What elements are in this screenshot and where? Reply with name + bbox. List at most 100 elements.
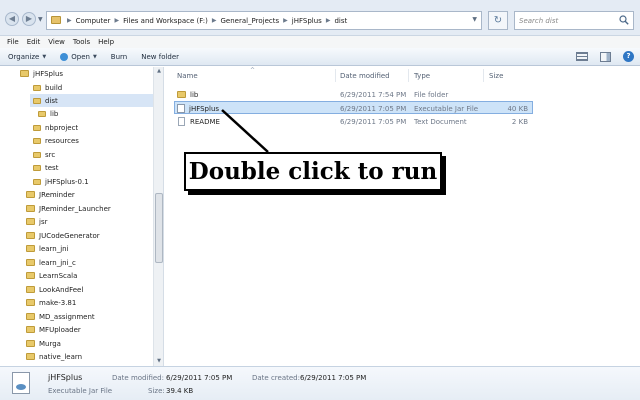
- folder-icon: [26, 272, 35, 279]
- tree-item-label: make-3.81: [39, 298, 77, 307]
- tree-item-learnscala[interactable]: LearnScala: [26, 269, 150, 282]
- tree-item-jucodegenerator[interactable]: JUCodeGenerator: [26, 229, 150, 242]
- tree-item-test[interactable]: test: [33, 161, 150, 174]
- tree-item-build[interactable]: build: [33, 81, 150, 94]
- burn-button[interactable]: Burn: [111, 53, 127, 61]
- tree-item-dist[interactable]: dist: [30, 94, 153, 107]
- menu-tools[interactable]: Tools: [69, 38, 94, 46]
- chevron-right-icon[interactable]: ▶: [324, 17, 333, 24]
- tree-item-nbproject[interactable]: nbproject: [33, 121, 150, 134]
- tree-item-lib[interactable]: lib: [38, 107, 150, 120]
- nav-scrollbar[interactable]: ▲ ▼: [153, 67, 163, 366]
- details-modified-value: 6/29/2011 7:05 PM: [166, 374, 233, 382]
- file-row-jhfsplus[interactable]: jHFSplus 6/29/2011 7:05 PM Executable Ja…: [174, 101, 533, 114]
- chevron-right-icon[interactable]: ▶: [112, 17, 121, 24]
- breadcrumb-computer[interactable]: Computer: [74, 17, 113, 25]
- column-divider[interactable]: [483, 69, 484, 82]
- tree-item-label: MFUploader: [39, 325, 81, 334]
- jar-file-icon: [12, 372, 30, 394]
- breadcrumb: ▶ Computer ▶ Files and Workspace (F:) ▶ …: [65, 12, 349, 29]
- refresh-button[interactable]: ↻: [488, 11, 508, 30]
- menu-edit[interactable]: Edit: [23, 38, 45, 46]
- path-dropdown-icon[interactable]: ▼: [472, 16, 477, 23]
- breadcrumb-drive[interactable]: Files and Workspace (F:): [121, 17, 210, 25]
- tree-item-jhfsplus[interactable]: jHFSplus: [20, 67, 150, 80]
- tree-item-label: MD_assignment: [39, 312, 95, 321]
- menu-help[interactable]: Help: [94, 38, 118, 46]
- tree-item-lookandfeel[interactable]: LookAndFeel: [26, 283, 150, 296]
- open-button[interactable]: Open ▼: [60, 52, 97, 61]
- tree-item-jreminder[interactable]: JReminder: [26, 188, 150, 201]
- file-row-readme[interactable]: README 6/29/2011 7:05 PM Text Document 2…: [174, 115, 533, 128]
- address-bar: ◀ ▶ ▼ ▶ Computer ▶ Files and Workspace (…: [0, 0, 640, 36]
- new-folder-button[interactable]: New folder: [141, 53, 179, 61]
- file-size: 2 KB: [511, 117, 528, 126]
- help-icon[interactable]: ?: [623, 51, 634, 62]
- tree-item-md-assignment[interactable]: MD_assignment: [26, 310, 150, 323]
- chevron-right-icon[interactable]: ▶: [210, 17, 219, 24]
- scrollbar-thumb[interactable]: [155, 193, 163, 263]
- column-divider[interactable]: [335, 69, 336, 82]
- scroll-up-icon[interactable]: ▲: [154, 67, 163, 76]
- tree-item-label: jHFSplus-0.1: [45, 177, 89, 186]
- tree-item-label: dist: [45, 96, 58, 105]
- column-header-name[interactable]: Name: [177, 69, 337, 83]
- tree-item-jhfsplus-0-1[interactable]: jHFSplus-0.1: [33, 175, 150, 188]
- breadcrumb-jhfsplus[interactable]: jHFSplus: [290, 17, 324, 25]
- tree-item-native-learn[interactable]: native_learn: [26, 350, 150, 363]
- forward-button[interactable]: ▶: [22, 12, 36, 26]
- open-label: Open: [71, 52, 90, 61]
- recent-pages-dropdown-icon[interactable]: ▼: [38, 16, 43, 23]
- folder-icon: [26, 326, 35, 333]
- column-divider[interactable]: [408, 69, 409, 82]
- tree-item-jsr[interactable]: jsr: [26, 215, 150, 228]
- folder-icon: [33, 84, 41, 91]
- preview-pane-icon[interactable]: [600, 51, 611, 62]
- tree-item-label: jHFSplus: [33, 69, 64, 78]
- file-row-lib[interactable]: lib 6/29/2011 7:54 PM File folder: [174, 88, 533, 101]
- tree-item-learn-jni[interactable]: learn_jni: [26, 242, 150, 255]
- tree-item-label: LookAndFeel: [39, 285, 84, 294]
- search-input[interactable]: [519, 14, 615, 28]
- change-view-icon[interactable]: [576, 52, 588, 61]
- folder-icon: [177, 91, 186, 98]
- menu-file[interactable]: File: [3, 38, 23, 46]
- folder-icon: [33, 151, 41, 158]
- details-pane: jHFSplus Executable Jar File Date modifi…: [0, 366, 640, 400]
- open-icon: [60, 52, 69, 61]
- breadcrumb-dist[interactable]: dist: [332, 17, 349, 25]
- column-header-type[interactable]: Type: [414, 69, 484, 83]
- file-date: 6/29/2011 7:05 PM: [340, 104, 407, 113]
- path-box[interactable]: ▶ Computer ▶ Files and Workspace (F:) ▶ …: [46, 11, 482, 30]
- menu-view[interactable]: View: [44, 38, 69, 46]
- back-button[interactable]: ◀: [5, 12, 19, 26]
- file-name-cell: README: [178, 115, 220, 128]
- file-date: 6/29/2011 7:05 PM: [340, 117, 407, 126]
- tree-item-src[interactable]: src: [33, 148, 150, 161]
- folder-icon: [26, 245, 35, 252]
- tree-item-label: test: [45, 163, 59, 172]
- annotation-callout: Double click to run: [184, 152, 442, 191]
- folder-icon: [33, 124, 41, 131]
- chevron-right-icon[interactable]: ▶: [281, 17, 290, 24]
- organize-button[interactable]: Organize ▼: [8, 53, 46, 61]
- tree-item-murga[interactable]: Murga: [26, 337, 150, 350]
- search-icon[interactable]: [619, 15, 629, 25]
- jar-file-icon: [177, 104, 185, 113]
- tree-item-make-3-81[interactable]: make-3.81: [26, 296, 150, 309]
- folder-icon: [26, 286, 35, 293]
- breadcrumb-general-projects[interactable]: General_Projects: [218, 17, 281, 25]
- tree-item-label: learn_jni_c: [39, 258, 76, 267]
- column-header-date[interactable]: Date modified: [340, 69, 410, 83]
- folder-icon: [51, 16, 61, 24]
- chevron-down-icon: ▼: [92, 53, 97, 60]
- tree-item-jreminder-launcher[interactable]: JReminder_Launcher: [26, 202, 150, 215]
- tree-item-mfuploader[interactable]: MFUploader: [26, 323, 150, 336]
- details-created-label: Date created:: [252, 374, 300, 382]
- tree-item-learn-jni-c[interactable]: learn_jni_c: [26, 256, 150, 269]
- tree-item-resources[interactable]: resources: [33, 134, 150, 147]
- column-header-size[interactable]: Size: [489, 69, 533, 83]
- chevron-right-icon: ▶: [67, 17, 72, 24]
- scroll-down-icon[interactable]: ▼: [154, 357, 163, 366]
- file-type: Text Document: [414, 117, 467, 126]
